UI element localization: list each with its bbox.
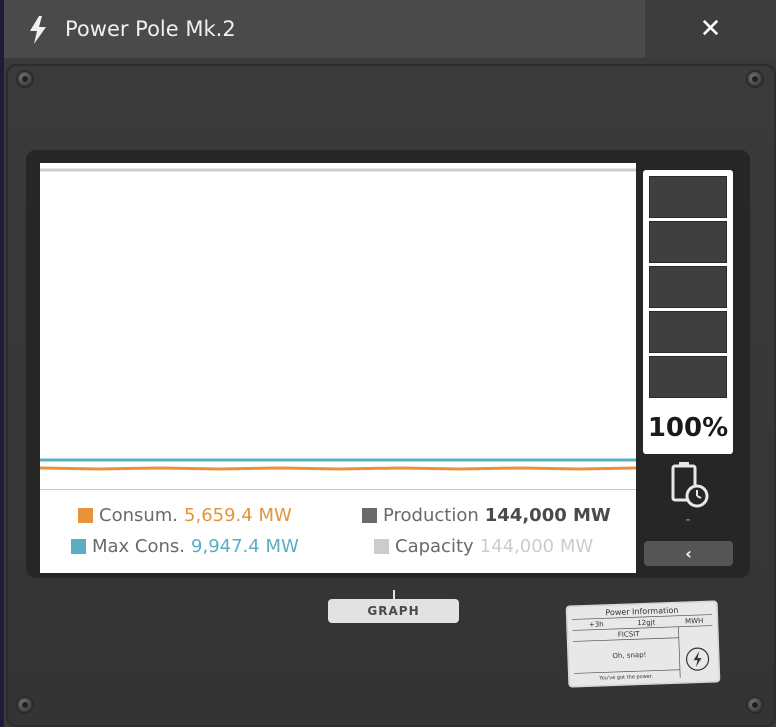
screw-icon [18,698,32,712]
battery-segment [649,221,727,263]
screw-icon [18,72,32,86]
battery-segment [649,266,727,308]
window-title: Power Pole Mk.2 [65,17,236,41]
graph-legend: Consum. 5,659.4 MW Production 144,000 MW M… [40,489,636,574]
sticker-cell: MWH [685,617,704,626]
battery-timer-icon [671,462,709,508]
screw-icon [748,698,762,712]
sticker-cell: +3h [589,620,604,629]
lightning-icon [30,16,46,44]
close-button[interactable]: ✕ [645,0,776,58]
chevron-left-icon: ‹ [685,544,692,563]
max-consumption-value: 9,947.4 MW [191,536,299,557]
max-consumption-swatch [71,539,86,554]
legend-production: Production 144,000 MW [362,504,611,528]
battery-meter: 100% [643,170,733,454]
battery-percent: 100% [647,413,729,443]
capacity-swatch [374,539,389,554]
legend-max-consumption: Max Cons. 9,947.4 MW [71,535,299,559]
sticker-cell: 12gjt [637,619,656,628]
power-information-sticker: Power Information +3h 12gjt MWH FICSIT O… [565,600,721,688]
capacity-value: 144,000 MW [479,536,594,557]
screw-icon [748,72,762,86]
production-value: 144,000 MW [484,505,611,526]
legend-capacity: Capacity 144,000 MW [374,535,593,559]
battery-segment [649,311,727,353]
sticker-company: FICSIT [618,630,641,639]
power-graph: Consum. 5,659.4 MW Production 144,000 MW M… [40,163,636,573]
consumption-swatch [78,508,93,523]
collapse-button[interactable]: ‹ [644,541,733,566]
tab-graph[interactable]: GRAPH [328,599,459,623]
production-label: Production [383,505,479,526]
consumption-line [40,466,636,471]
close-icon: ✕ [699,14,722,44]
legend-consumption: Consum. 5,659.4 MW [78,504,292,528]
battery-segment [649,176,727,218]
consumption-label: Consum. [99,505,179,526]
battery-segment [649,356,727,398]
title-bar: Power Pole Mk.2 ✕ [4,0,776,58]
consumption-value: 5,659.4 MW [184,505,292,526]
production-swatch [362,508,377,523]
max-consumption-label: Max Cons. [92,536,186,557]
battery-sub-label: - [685,512,691,528]
sticker-message: Oh, snap! [612,651,646,660]
capacity-label: Capacity [395,536,474,557]
graph-canvas [40,168,636,471]
